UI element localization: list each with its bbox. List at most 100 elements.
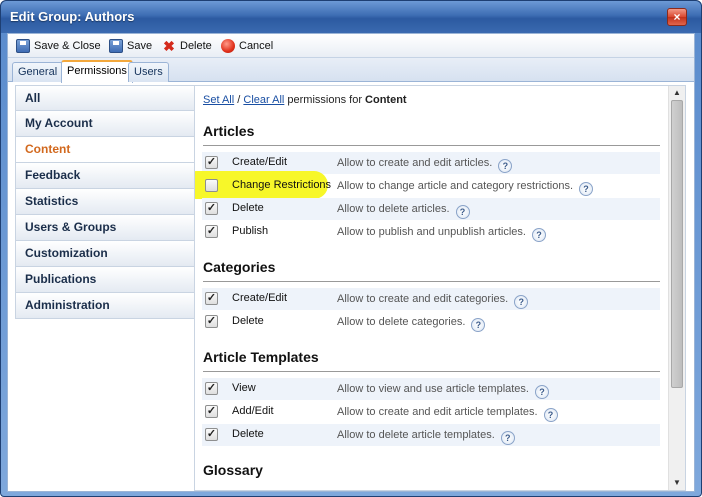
help-icon[interactable]: ? <box>543 408 558 422</box>
sidebar-item-statistics[interactable]: Statistics <box>15 189 195 215</box>
permission-row: ✓ Delete Allow to delete article templat… <box>202 424 660 446</box>
permission-checkbox[interactable]: ✓ <box>205 405 218 418</box>
permission-name: Create/Edit <box>232 156 288 168</box>
category-sidebar: All My Account Content Feedback Statisti… <box>15 85 195 319</box>
permission-row: ✓ Delete Allow to delete articles.? <box>202 198 660 220</box>
help-icon[interactable]: ? <box>514 295 529 309</box>
permission-description-text: Allow to create and edit articles. <box>337 157 493 169</box>
save-close-button[interactable]: Save & Close <box>16 37 101 55</box>
permission-description: Allow to delete article templates.? <box>337 429 515 445</box>
permission-row: ✓ View Allow to view and use article tem… <box>202 378 660 400</box>
permission-description: Allow to delete articles.? <box>337 203 470 219</box>
permissions-panel: Set All / Clear All permissions for Cont… <box>194 85 686 491</box>
tab-general[interactable]: General <box>12 62 64 82</box>
help-icon[interactable]: ? <box>579 182 594 196</box>
save-close-icon <box>16 39 30 53</box>
permission-row: ✓ Add/Edit Allow to create and edit arti… <box>202 401 660 423</box>
section-divider <box>203 371 660 372</box>
permission-description: Allow to delete categories.? <box>337 316 486 332</box>
permission-name: Change Restrictions <box>232 179 332 191</box>
cancel-label: Cancel <box>239 40 274 52</box>
tab-permissions[interactable]: Permissions <box>61 60 133 83</box>
section-divider <box>203 281 660 282</box>
permissions-for-text: permissions for <box>287 94 362 106</box>
scroll-down-arrow-icon[interactable]: ▼ <box>669 476 685 490</box>
set-all-link[interactable]: Set All <box>203 94 234 106</box>
delete-button[interactable]: ✖ Delete <box>162 37 212 55</box>
set-clear-bar: Set All / Clear All permissions for Cont… <box>203 94 407 106</box>
permission-row: ✓ Delete Allow to delete categories.? <box>202 311 660 333</box>
permission-checkbox[interactable] <box>205 179 218 192</box>
scroll-up-arrow-icon[interactable]: ▲ <box>669 86 685 100</box>
cancel-button[interactable]: Cancel <box>221 37 273 55</box>
help-icon[interactable]: ? <box>471 318 486 332</box>
permission-description: Allow to view and use article templates.… <box>337 383 549 399</box>
permission-checkbox[interactable]: ✓ <box>205 315 218 328</box>
help-icon[interactable]: ? <box>531 228 546 242</box>
save-button[interactable]: Save <box>109 37 152 55</box>
section-divider <box>203 145 660 146</box>
dialog-body: Save & Close Save ✖ Delete Cancel Genera… <box>7 33 695 492</box>
tab-strip: General Permissions Users <box>8 58 694 83</box>
edit-group-dialog: Edit Group: Authors × Save & Close Save … <box>0 0 702 497</box>
permission-checkbox[interactable]: ✓ <box>205 225 218 238</box>
permission-description-text: Allow to create and edit article templat… <box>337 406 538 418</box>
save-close-label: Save & Close <box>34 40 101 52</box>
sidebar-item-customization[interactable]: Customization <box>15 241 195 267</box>
help-icon[interactable]: ? <box>455 205 470 219</box>
permission-description: Allow to change article and category res… <box>337 180 594 196</box>
permission-description-text: Allow to delete categories. <box>337 316 466 328</box>
permission-name: Delete <box>232 315 264 327</box>
delete-icon: ✖ <box>163 38 175 54</box>
permission-name: Add/Edit <box>232 405 274 417</box>
permission-checkbox[interactable]: ✓ <box>205 428 218 441</box>
permission-checkbox[interactable]: ✓ <box>205 202 218 215</box>
permission-row: ✓ Publish Allow to publish and unpublish… <box>202 221 660 243</box>
scrollbar-thumb[interactable] <box>671 100 683 388</box>
close-icon[interactable]: × <box>667 8 687 26</box>
permission-name: Publish <box>232 225 269 237</box>
save-label: Save <box>127 40 153 52</box>
vertical-scrollbar[interactable]: ▲ ▼ <box>668 86 685 490</box>
sidebar-item-administration[interactable]: Administration <box>15 293 195 319</box>
permission-description: Allow to create and edit categories.? <box>337 293 529 309</box>
tab-users[interactable]: Users <box>128 62 169 82</box>
save-icon <box>109 39 123 53</box>
permission-name: Create/Edit <box>232 292 288 304</box>
dialog-title: Edit Group: Authors <box>10 9 135 24</box>
section-title-categories: Categories <box>203 259 276 275</box>
help-icon[interactable]: ? <box>498 159 513 173</box>
permission-description-text: Allow to change article and category res… <box>337 180 574 192</box>
delete-label: Delete <box>180 40 212 52</box>
clear-all-link[interactable]: Clear All <box>243 94 284 106</box>
permission-name: Delete <box>232 202 264 214</box>
title-bar[interactable]: Edit Group: Authors × <box>1 1 701 33</box>
sidebar-item-content[interactable]: Content <box>15 137 195 163</box>
permission-checkbox[interactable]: ✓ <box>205 292 218 305</box>
permissions-target: Content <box>365 94 407 106</box>
help-icon[interactable]: ? <box>534 385 549 399</box>
separator: / <box>237 94 241 106</box>
permission-name: Delete <box>232 428 264 440</box>
permission-description: Allow to publish and unpublish articles.… <box>337 226 546 242</box>
permission-description: Allow to create and edit article templat… <box>337 406 558 422</box>
toolbar: Save & Close Save ✖ Delete Cancel <box>8 34 694 58</box>
sidebar-item-users-groups[interactable]: Users & Groups <box>15 215 195 241</box>
permission-name: View <box>232 382 256 394</box>
sidebar-item-all[interactable]: All <box>15 85 195 111</box>
permission-description-text: Allow to publish and unpublish articles. <box>337 226 526 238</box>
permission-description-text: Allow to view and use article templates. <box>337 383 529 395</box>
permission-description-text: Allow to create and edit categories. <box>337 293 509 305</box>
section-title-glossary: Glossary <box>203 462 263 478</box>
permission-row: ✓ Create/Edit Allow to create and edit c… <box>202 288 660 310</box>
permission-row: Change Restrictions Allow to change arti… <box>195 171 660 199</box>
permission-description: Allow to create and edit articles.? <box>337 157 513 173</box>
section-title-articles: Articles <box>203 123 255 139</box>
sidebar-item-feedback[interactable]: Feedback <box>15 163 195 189</box>
sidebar-item-publications[interactable]: Publications <box>15 267 195 293</box>
sidebar-item-my-account[interactable]: My Account <box>15 111 195 137</box>
permission-description-text: Allow to delete articles. <box>337 203 450 215</box>
permission-checkbox[interactable]: ✓ <box>205 382 218 395</box>
permission-checkbox[interactable]: ✓ <box>205 156 218 169</box>
help-icon[interactable]: ? <box>500 431 515 445</box>
